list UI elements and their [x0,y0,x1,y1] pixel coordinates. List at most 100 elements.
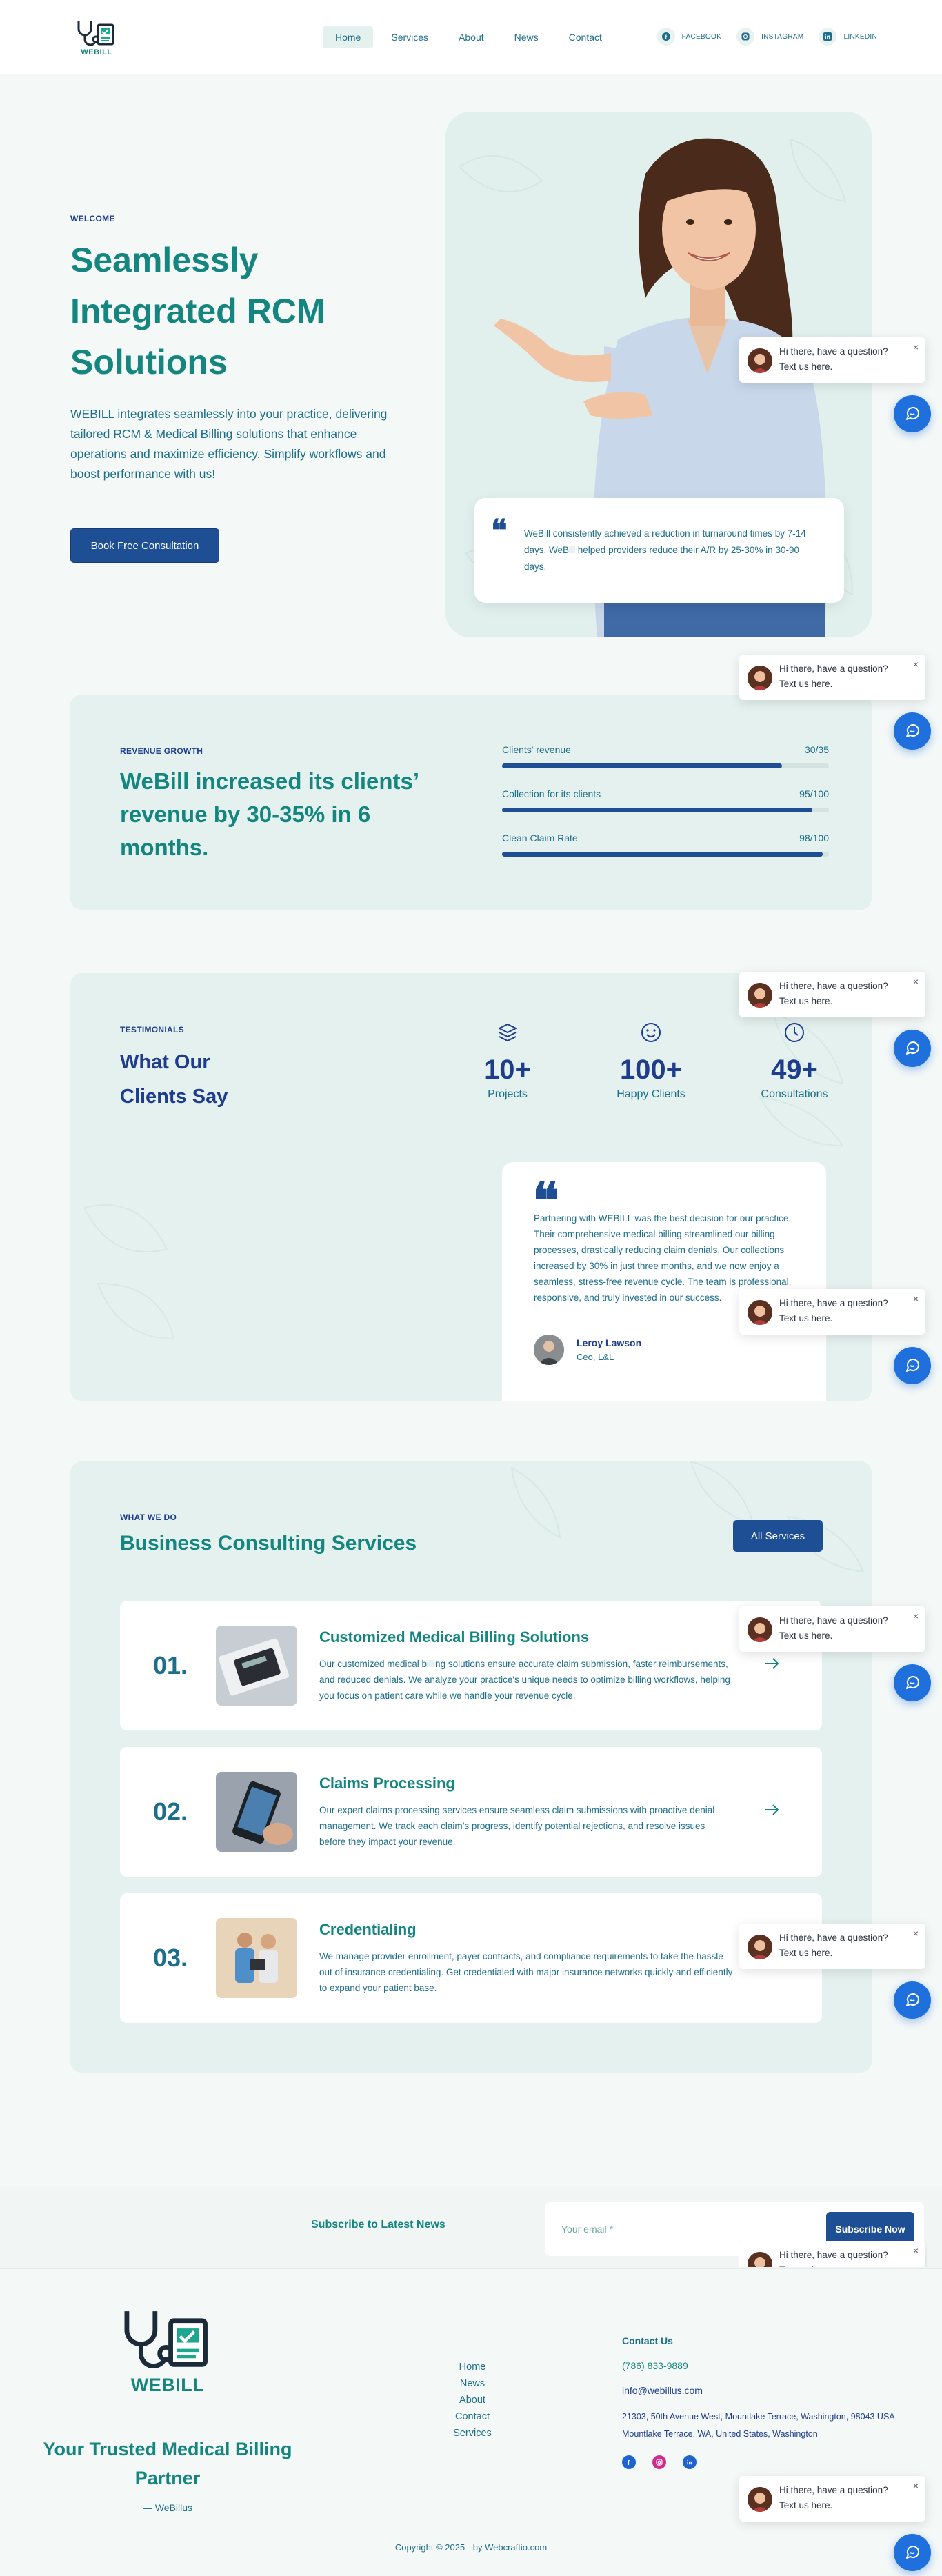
chat-widget: Hi there, have a question? Text us here.… [739,2476,931,2573]
stat-happy-clients: 100+ Happy Clients [579,1020,723,1101]
service-number: 02. [153,1797,188,1826]
footer-contact: Contact Us (786) 833-9889 info@webillus.… [622,2335,898,2469]
chat-bubble[interactable]: Hi there, have a question? Text us here.… [739,1289,925,1335]
progress-clean-claim-rate: Clean Claim Rate 98/100 [502,832,829,877]
close-icon[interactable]: × [913,1293,919,1304]
chat-message: Hi there, have a question? Text us here. [779,346,888,372]
footer-link-contact[interactable]: Contact [428,2408,517,2425]
all-services-button[interactable]: All Services [733,1520,823,1552]
chat-launcher-button[interactable] [894,1030,931,1067]
chat-widget: Hi there, have a question? Text us here.… [739,655,931,751]
stat-label: Projects [488,1088,528,1100]
progress-bars: Clients' revenue 30/35 Collection for it… [502,744,829,877]
footer-link-home[interactable]: Home [428,2359,517,2375]
arrow-right-icon[interactable] [763,1801,781,1819]
logo-text: WEBILL [81,48,112,57]
close-icon[interactable]: × [913,1610,919,1621]
chat-launcher-button[interactable] [894,2534,931,2571]
hero-quote-card: ❝ WeBill consistently achieved a reducti… [474,498,844,603]
chat-avatar [748,1617,772,1642]
stat-projects: 10+ Projects [436,1020,579,1101]
chat-avatar [748,2252,772,2267]
progress-label: Collection for its clients [502,788,601,799]
layers-icon [499,1024,517,1041]
subscribe-label: Subscribe to Latest News [311,2219,445,2230]
footer-link-services[interactable]: Services [428,2425,517,2442]
chat-icon [906,724,919,737]
nav-home[interactable]: Home [323,26,374,48]
service-card[interactable]: 02. Claims Processing Our expert claims … [120,1747,822,1877]
close-icon[interactable]: × [913,341,919,352]
facebook-icon[interactable] [622,2455,636,2469]
hero-eyebrow: WELCOME [70,214,115,223]
close-icon[interactable]: × [913,2245,919,2256]
quote-icon: ❝ [491,513,508,548]
revenue-title: WeBill increased its clients’ revenue by… [120,768,419,860]
linkedin-label: LINKEDIN [843,32,877,41]
nav-about[interactable]: About [446,26,497,48]
chat-launcher-button[interactable] [894,712,931,750]
facebook-link[interactable]: FACEBOOK [657,28,721,46]
instagram-link[interactable]: INSTAGRAM [736,28,803,46]
chat-message: Hi there, have a question? Text us here. [779,981,888,1006]
nav-contact[interactable]: Contact [557,26,614,48]
linkedin-icon[interactable] [683,2455,697,2469]
stethoscope-document-icon [77,21,114,46]
stat-number: 100+ [619,1055,683,1085]
chat-icon [906,1359,919,1372]
logo[interactable]: WEBILL [74,18,119,57]
close-icon[interactable]: × [913,976,919,987]
instagram-icon[interactable] [652,2455,666,2469]
hero-quote-text: WeBill consistently achieved a reduction… [524,528,806,572]
linkedin-link[interactable]: LINKEDIN [819,28,877,46]
progress-collection: Collection for its clients 95/100 [502,788,829,832]
chat-launcher-button[interactable] [894,1664,931,1701]
chat-widget: Hi there, have a question? Text us here.… [739,1924,931,2020]
chat-bubble[interactable]: Hi there, have a question? Text us here.… [739,1924,925,1969]
service-card[interactable]: 03. Credentialing We manage provider enr… [120,1893,822,2023]
chat-bubble[interactable]: Hi there, have a question? Text us here.… [739,2476,925,2522]
close-icon[interactable]: × [913,1928,919,1939]
service-description: Our expert claims processing services en… [319,1805,715,1847]
progress-fill [502,852,823,857]
chat-bubble[interactable]: Hi there, have a question? Text us here.… [739,337,925,383]
instagram-label: INSTAGRAM [761,32,804,41]
footer-link-news[interactable]: News [428,2375,517,2392]
chat-launcher-button[interactable] [894,1981,931,2019]
chat-launcher-button[interactable] [894,1347,931,1384]
close-icon[interactable]: × [913,2480,919,2491]
footer-logo[interactable]: WEBILL [116,2305,219,2397]
chat-avatar [748,348,772,373]
contact-phone[interactable]: (786) 833-9889 [622,2360,898,2371]
service-card[interactable]: 01. Customized Medical Billing Solutions… [120,1601,822,1730]
footer-tagline: Your Trusted Medical Billing Partner [43,2439,292,2488]
chat-icon [906,1993,919,2006]
chat-bubble[interactable]: Hi there, have a question? Text us here.… [739,2241,925,2267]
revenue-eyebrow: REVENUE GROWTH [120,746,203,756]
stat-label: Consultations [761,1088,828,1100]
chat-bubble[interactable]: Hi there, have a question? Text us here.… [739,972,925,1017]
chat-bubble[interactable]: Hi there, have a question? Text us here.… [739,1606,925,1652]
email-input[interactable] [561,2219,782,2239]
chat-avatar [748,983,772,1008]
chat-avatar [748,1935,772,1959]
hero-body: WEBILL integrates seamlessly into your p… [70,407,388,481]
chat-message: Hi there, have a question? Text us here. [779,663,888,689]
chat-bubble[interactable]: Hi there, have a question? Text us here.… [739,655,925,700]
testimonials-eyebrow: TESTIMONIALS [120,1025,184,1035]
footer-link-about[interactable]: About [428,2392,517,2408]
footer-signature: — WeBillus [142,2502,193,2513]
progress-track [502,852,829,857]
nav-services[interactable]: Services [379,26,441,48]
stethoscope-document-icon [124,2311,208,2368]
main-nav: Home Services About News Contact [323,26,614,48]
contact-email[interactable]: info@webillus.com [622,2385,898,2396]
close-icon[interactable]: × [913,659,919,670]
stat-label: Happy Clients [617,1088,685,1100]
chat-launcher-button[interactable] [894,395,931,432]
book-consultation-button[interactable]: Book Free Consultation [70,528,219,563]
nav-news[interactable]: News [502,26,551,48]
progress-label: Clean Claim Rate [502,832,578,843]
services-title: Business Consulting Services [120,1532,417,1555]
chat-message: Hi there, have a question? Text us here. [779,2250,888,2267]
